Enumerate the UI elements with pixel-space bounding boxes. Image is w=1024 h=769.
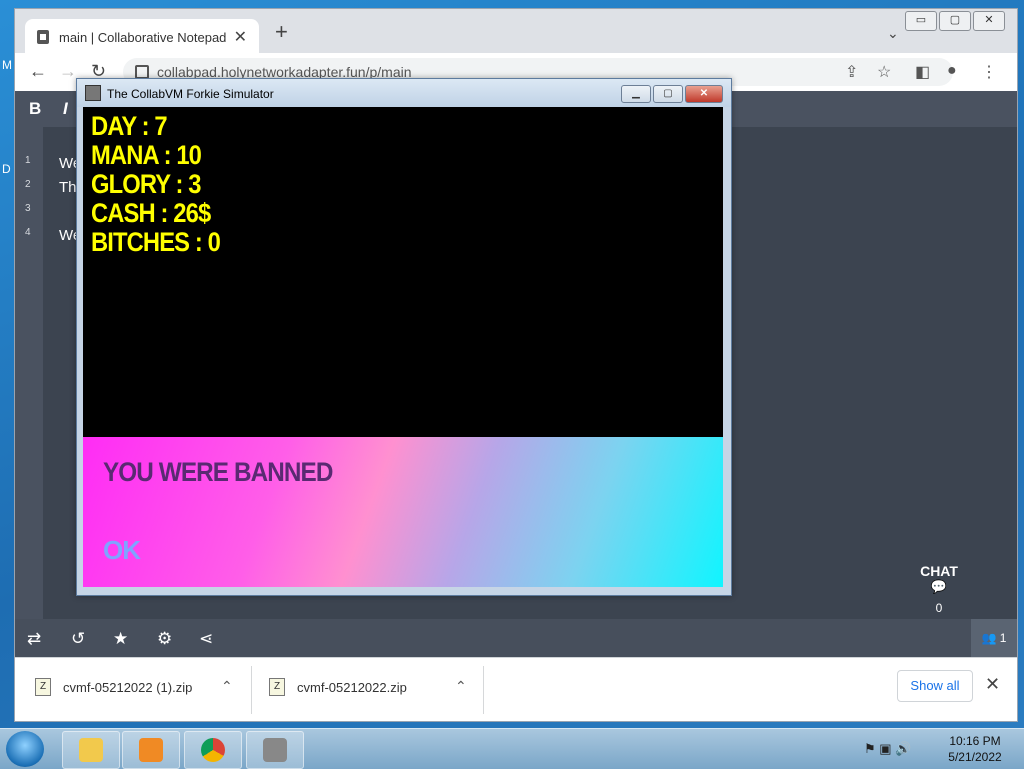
game-close-button[interactable]: ✕ [685,85,723,103]
line-number: 3 [25,203,31,214]
italic-button[interactable]: I [63,99,68,119]
chrome-icon [201,738,225,762]
close-button[interactable]: ✕ [973,11,1005,31]
computer-icon [263,738,287,762]
taskbar: ⚑ ▣ 🔊 10:16 PM 5/21/2022 [0,728,1024,769]
back-icon[interactable]: ← [29,61,47,82]
clock[interactable]: 10:16 PM 5/21/2022 [944,733,1006,765]
line-number: 4 [25,227,31,238]
close-shelf-icon[interactable]: ✕ [985,674,1000,695]
stat-day: DAY : 7 [91,111,168,141]
download-filename: cvmf-05212022.zip [297,680,407,695]
editor-line[interactable]: Th [59,179,77,196]
ok-button[interactable]: OK [103,535,141,566]
browser-tab[interactable]: main | Collaborative Notepad ✕ [25,19,259,55]
taskbar-media-player[interactable] [122,731,180,769]
notepad-icon [37,30,49,44]
new-tab-button[interactable]: + [275,21,288,43]
tray-icons[interactable]: ⚑ ▣ 🔊 [864,741,911,757]
clock-time: 10:16 PM [949,734,1001,748]
zip-file-icon: Z [269,678,285,696]
line-number: 2 [25,179,31,190]
lock-icon [135,65,149,79]
menu-icon[interactable]: ⋮ [981,62,997,82]
taskbar-chrome[interactable] [184,731,242,769]
game-maximize-button[interactable]: ▢ [653,85,683,103]
game-content: DAY : 7 MANA : 10 GLORY : 3 CASH : 26$ B… [83,107,723,587]
desktop-icon-label: D [2,162,11,176]
show-all-button[interactable]: Show all [897,670,973,702]
chevron-up-icon[interactable]: ⌃ [221,678,233,695]
download-shelf: Z cvmf-05212022 (1).zip ⌃ Z cvmf-0521202… [15,657,1017,721]
divider [483,666,484,714]
game-window: The CollabVM Forkie Simulator ▁ ▢ ✕ DAY … [76,78,732,596]
media-player-icon [139,738,163,762]
minimize-button[interactable]: ▭ [905,11,937,31]
forward-icon[interactable]: → [59,61,77,82]
stat-mana: MANA : 10 [91,140,202,170]
banned-message: YOU WERE BANNED [103,457,333,487]
game-titlebar: The CollabVM Forkie Simulator ▁ ▢ ✕ [77,79,731,107]
taskbar-explorer[interactable] [62,731,120,769]
zip-file-icon: Z [35,678,51,696]
users-count: 1 [999,631,1007,645]
taskbar-game[interactable] [246,731,304,769]
desktop-icon-label: M [2,58,12,72]
settings-gear-icon[interactable]: ⚙ [157,629,172,649]
tab-search-icon[interactable]: ⌄ [887,25,899,42]
game-window-title: The CollabVM Forkie Simulator [107,87,274,101]
game-minimize-button[interactable]: ▁ [621,85,651,103]
chat-count: 0 [935,601,943,615]
start-button[interactable] [6,731,44,767]
swap-icon[interactable]: ⇄ [27,629,41,649]
window-controls: ▭ ▢ ✕ [905,11,1005,31]
chat-label: CHAT [920,563,958,579]
stat-cash: CASH : 26$ [91,198,211,228]
download-filename: cvmf-05212022 (1).zip [63,680,193,695]
share-nodes-icon[interactable]: ⋖ [199,629,213,649]
bookmark-star-icon[interactable]: ☆ [877,62,891,82]
star-icon[interactable]: ★ [113,629,128,649]
share-icon[interactable]: ⇪ [845,62,858,82]
message-panel: YOU WERE BANNED OK [83,437,723,587]
bold-button[interactable]: B [29,99,41,119]
profile-icon[interactable]: ● [947,62,957,80]
tab-close-icon[interactable]: ✕ [234,27,247,47]
download-item[interactable]: Z cvmf-05212022 (1).zip ⌃ [15,658,252,721]
line-gutter: 1 2 3 4 [15,127,43,657]
computer-icon [85,85,101,101]
download-item[interactable]: Z cvmf-05212022.zip ⌃ [249,658,485,721]
users-button[interactable]: 👥 1 [971,619,1017,657]
chevron-up-icon[interactable]: ⌃ [455,678,467,695]
stat-bitches: BITCHES : 0 [91,227,221,257]
stat-glory: GLORY : 3 [91,169,201,199]
browser-titlebar: main | Collaborative Notepad ✕ + ⌄ ▭ ▢ ✕ [15,9,1017,55]
maximize-button[interactable]: ▢ [939,11,971,31]
users-icon: 👥 [981,631,997,645]
line-number: 1 [25,155,31,166]
clock-date: 5/21/2022 [948,750,1002,764]
notepad-bottom-bar: ⇄ ↺ ★ ⚙ ⋖ 👥 1 [15,619,1017,657]
side-panel-icon[interactable]: ◧ [915,62,930,82]
stats-panel: DAY : 7 MANA : 10 GLORY : 3 CASH : 26$ B… [83,107,723,437]
folder-icon [79,738,103,762]
game-window-controls: ▁ ▢ ✕ [621,85,723,103]
chat-bubble-icon: 💬 [930,579,948,594]
history-icon[interactable]: ↺ [71,629,85,649]
chat-button[interactable]: CHAT 💬 0 [915,563,963,615]
tab-title: main | Collaborative Notepad [59,30,227,45]
